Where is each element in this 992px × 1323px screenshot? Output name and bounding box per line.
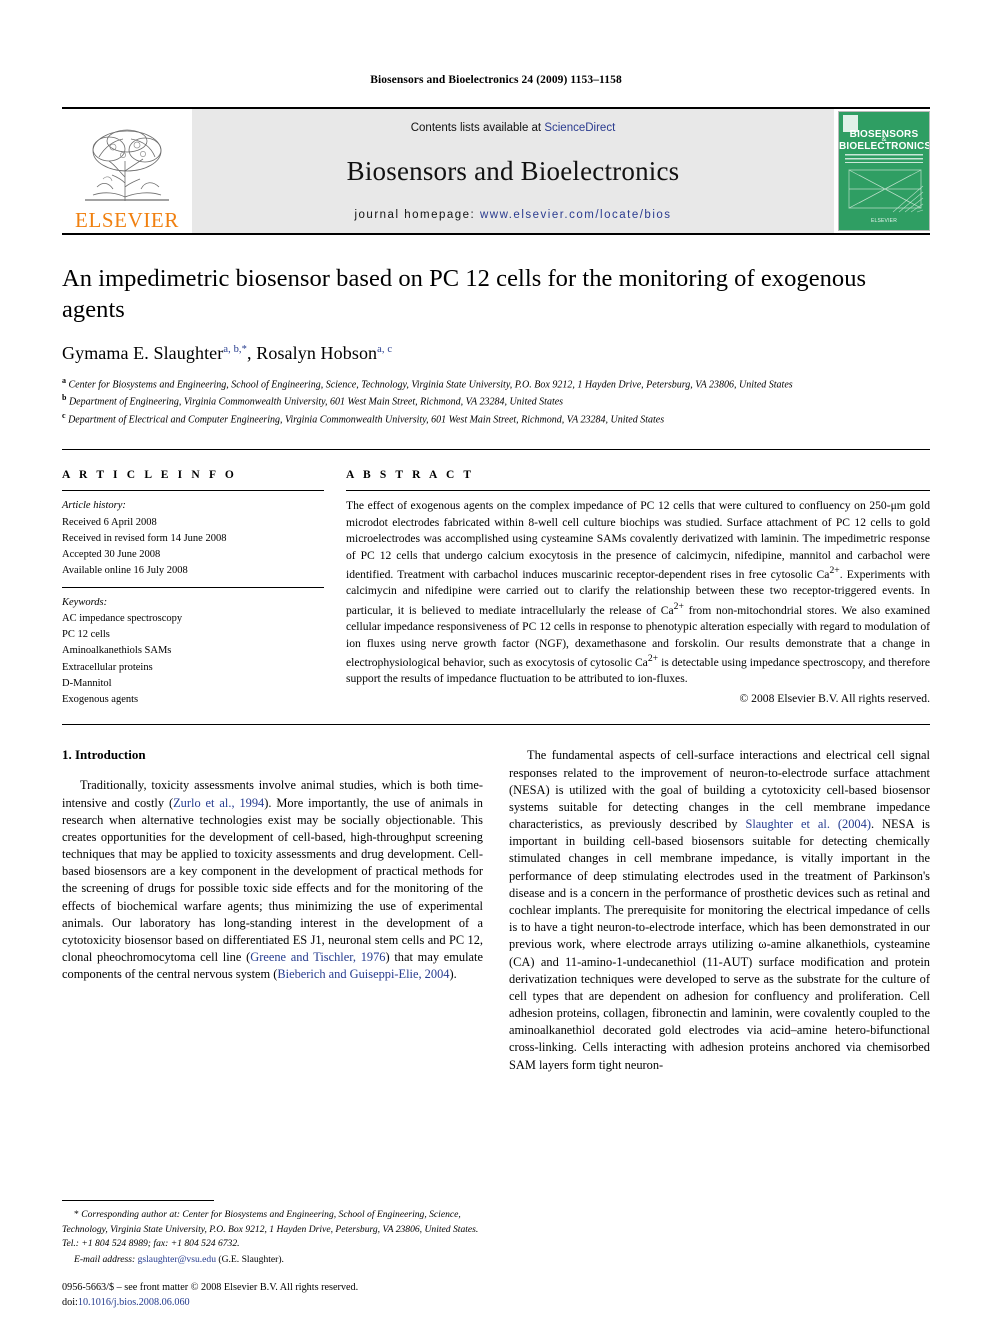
abstract-heading: A B S T R A C T — [346, 469, 475, 482]
journal-homepage-line: journal homepage: www.elsevier.com/locat… — [354, 209, 671, 221]
corresponding-author-note: * Corresponding author at: Center for Bi… — [62, 1208, 483, 1251]
citation-link[interactable]: Bieberich and Guiseppi-Elie, 2004 — [277, 967, 449, 981]
homepage-url-link[interactable]: www.elsevier.com/locate/bios — [480, 209, 672, 221]
corresponding-note-text: Corresponding author at: Center for Bios… — [62, 1209, 479, 1250]
copyright-line: © 2008 Elsevier B.V. All rights reserved… — [739, 691, 930, 705]
article-page: Biosensors and Bioelectronics 24 (2009) … — [0, 0, 992, 1323]
footnote-rule — [62, 1200, 214, 1202]
journal-masthead: ELSEVIER Contents lists available at Sci… — [62, 107, 930, 233]
journal-cover-cell: BIOSENSORS & BIOELECTRONICS ELSEVIER — [834, 109, 930, 233]
elsevier-tree-icon — [79, 121, 175, 209]
citation-link[interactable]: Slaughter et al. (2004) — [745, 817, 871, 831]
author-list: Gymama E. Slaughtera, b,*, Rosalyn Hobso… — [62, 343, 930, 364]
contents-available-line: Contents lists available at ScienceDirec… — [411, 122, 616, 134]
email-note: E-mail address: gslaughter@vsu.edu (G.E.… — [62, 1253, 483, 1267]
abstract-column: A B S T R A C T The effect of exogenous … — [346, 469, 930, 708]
affiliation-mark-a: a — [62, 375, 66, 385]
contents-prefix: Contents lists available at — [410, 122, 545, 134]
keywords-label: Keywords: — [62, 596, 108, 608]
journal-title: Biosensors and Bioelectronics — [346, 156, 680, 186]
citation-link[interactable]: Greene and Tischler, 1976 — [250, 950, 385, 964]
history-item-accepted: Accepted 30 June 2008 — [62, 549, 161, 561]
author-name-1: Gymama E. Slaughter — [62, 342, 224, 363]
article-info-heading: A R T I C L E I N F O — [62, 469, 237, 482]
section-heading-introduction: 1. Introduction — [62, 747, 146, 763]
affiliation-list: a Center for Biosystems and Engineering,… — [62, 375, 930, 428]
affiliation-a: a Center for Biosystems and Engineering,… — [62, 375, 930, 393]
abstract-text: The effect of exogenous agents on the co… — [346, 499, 931, 686]
footer-issn-doi: 0956-5663/$ – see front matter © 2008 El… — [62, 1281, 522, 1311]
page-title: An impedimetric biosensor based on PC 12… — [62, 265, 867, 324]
doi-link[interactable]: 10.1016/j.bios.2008.06.060 — [78, 1297, 190, 1308]
elsevier-wordmark: ELSEVIER — [75, 208, 179, 232]
affiliation-b: b Department of Engineering, Virginia Co… — [62, 392, 930, 410]
running-head: Biosensors and Bioelectronics 24 (2009) … — [370, 74, 622, 86]
history-item-revised: Received in revised form 14 June 2008 — [62, 532, 227, 544]
cover-title-line2: BIOELECTRONICS — [839, 141, 930, 152]
abstract-rule: The effect of exogenous agents on the co… — [346, 490, 930, 705]
body-column-right: The fundamental aspects of cell-surface … — [509, 747, 930, 1073]
homepage-prefix: journal homepage: — [354, 209, 480, 221]
article-info-column: A R T I C L E I N F O Article history: R… — [62, 469, 324, 708]
doi-line: doi:10.1016/j.bios.2008.06.060 — [62, 1296, 522, 1311]
author-affil-marks-2: a, c — [377, 343, 393, 355]
sciencedirect-link[interactable]: ScienceDirect — [544, 122, 615, 134]
keyword-item-4: D-Mannitol — [62, 677, 112, 689]
doi-label: doi: — [62, 1297, 78, 1309]
author-name-2: Rosalyn Hobson — [256, 342, 378, 363]
intro-paragraph-left: Traditionally, toxicity assessments invo… — [62, 778, 483, 982]
body-columns: 1. Introduction Traditionally, toxicity … — [62, 747, 930, 1073]
keyword-item-3: Extracellular proteins — [62, 661, 153, 673]
keywords-block: Keywords: AC impedance spectroscopy PC 1… — [62, 586, 324, 709]
footnote-region: * Corresponding author at: Center for Bi… — [62, 1200, 483, 1267]
citation-link[interactable]: Zurlo et al., 1994 — [173, 796, 264, 810]
affiliation-c: c Department of Electrical and Computer … — [62, 410, 930, 428]
affiliation-text-a: Center for Biosystems and Engineering, S… — [68, 379, 793, 391]
keyword-item-0: AC impedance spectroscopy — [62, 612, 183, 624]
keyword-item-5: Exogenous agents — [62, 694, 139, 706]
keyword-item-1: PC 12 cells — [62, 629, 110, 641]
author-affil-marks-1: a, b, — [223, 343, 242, 355]
affiliation-text-b: Department of Engineering, Virginia Comm… — [68, 396, 564, 408]
sciencedirect-banner: Contents lists available at ScienceDirec… — [192, 109, 834, 233]
masthead-bottom-rule — [62, 233, 930, 235]
cover-subtitle-lines — [845, 154, 923, 163]
affiliation-mark-b: b — [62, 393, 67, 403]
corresponding-note-mark: * — [74, 1209, 79, 1221]
cover-footer-mark: ELSEVIER — [870, 218, 898, 224]
article-history-label: Article history: — [62, 500, 126, 512]
affiliation-mark-c: c — [62, 410, 66, 420]
cover-corner-graphic — [892, 185, 924, 213]
journal-cover-thumbnail[interactable]: BIOSENSORS & BIOELECTRONICS ELSEVIER — [838, 111, 930, 231]
elsevier-logo: ELSEVIER — [62, 109, 192, 233]
article-info-rule: Article history: Received 6 April 2008 R… — [62, 490, 324, 579]
email-owner: (G.E. Slaughter). — [218, 1253, 284, 1265]
affiliation-text-c: Department of Electrical and Computer En… — [68, 414, 665, 426]
body-column-left: 1. Introduction Traditionally, toxicity … — [62, 747, 483, 1073]
history-item-received: Received 6 April 2008 — [62, 516, 157, 528]
keyword-item-2: Aminoalkanethiols SAMs — [62, 645, 172, 657]
abstract-bottom-rule — [62, 724, 930, 726]
info-abstract-region: A R T I C L E I N F O Article history: R… — [62, 449, 930, 708]
issn-line: 0956-5663/$ – see front matter © 2008 El… — [62, 1282, 359, 1294]
intro-paragraph-right: The fundamental aspects of cell-surface … — [509, 748, 931, 1072]
author-separator: , — [247, 342, 257, 363]
email-link[interactable]: gslaughter@vsu.edu — [138, 1254, 216, 1265]
email-label: E-mail address: — [74, 1253, 136, 1265]
history-item-online: Available online 16 July 2008 — [62, 565, 188, 577]
